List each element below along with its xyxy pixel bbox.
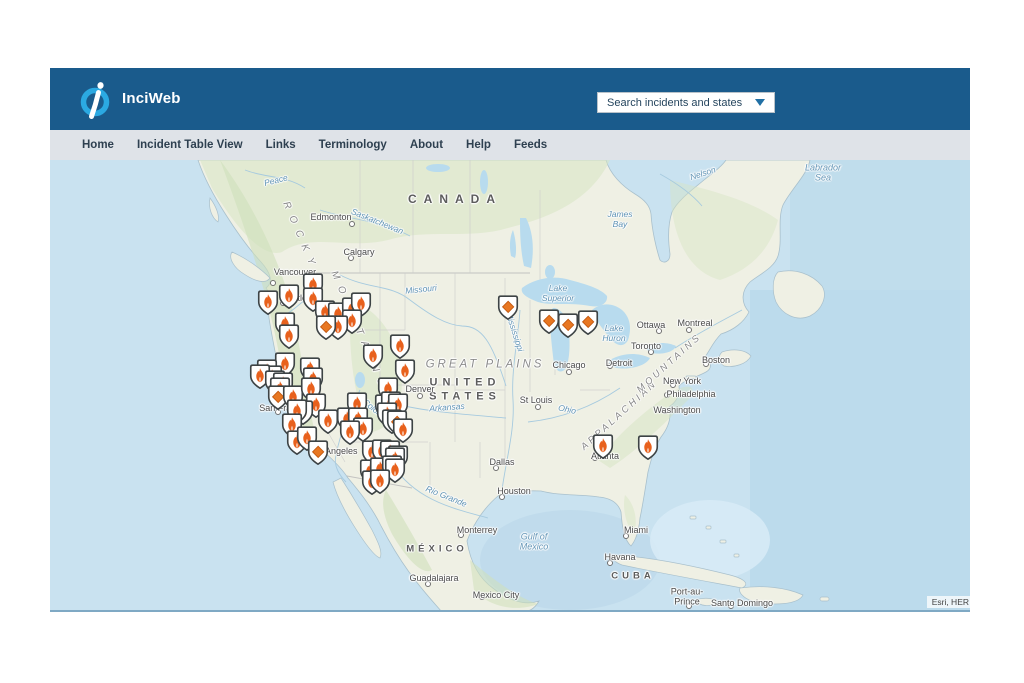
- incident-map[interactable]: CANADAUNITED STATESMÉXICOCUBAGREAT PLAIN…: [50, 160, 970, 612]
- app-header: InciWeb Search incidents and states: [50, 68, 970, 130]
- incident-marker[interactable]: [539, 309, 560, 334]
- map-marker-layer: [50, 160, 970, 612]
- fire-marker[interactable]: [638, 435, 659, 460]
- nav-item-help[interactable]: Help: [466, 139, 491, 151]
- fire-marker[interactable]: [340, 420, 361, 445]
- incident-marker[interactable]: [578, 310, 599, 335]
- nav-item-about[interactable]: About: [410, 139, 443, 151]
- fire-marker[interactable]: [363, 344, 384, 369]
- nav-item-feeds[interactable]: Feeds: [514, 139, 547, 151]
- inciweb-app: InciWeb Search incidents and states Home…: [50, 68, 970, 612]
- map-bottom-edge: [50, 610, 970, 612]
- map-attribution: Esri, HER: [927, 596, 970, 608]
- search-dropdown[interactable]: Search incidents and states: [597, 92, 775, 113]
- fire-marker[interactable]: [279, 324, 300, 349]
- incident-marker[interactable]: [308, 440, 329, 465]
- fire-marker[interactable]: [279, 284, 300, 309]
- incident-marker[interactable]: [558, 313, 579, 338]
- nav-item-links[interactable]: Links: [266, 139, 296, 151]
- incident-marker[interactable]: [316, 315, 337, 340]
- fire-marker[interactable]: [370, 469, 391, 494]
- dropdown-arrow-icon: [755, 99, 765, 106]
- nav-item-incident-table-view[interactable]: Incident Table View: [137, 139, 243, 151]
- nav-item-terminology[interactable]: Terminology: [319, 139, 387, 151]
- fire-marker[interactable]: [318, 409, 339, 434]
- fire-marker[interactable]: [593, 434, 614, 459]
- main-nav: Home Incident Table View Links Terminology A…: [50, 130, 970, 160]
- incident-marker[interactable]: [498, 295, 519, 320]
- brand-title: InciWeb: [122, 90, 181, 107]
- fire-marker[interactable]: [390, 334, 411, 359]
- search-placeholder-text: Search incidents and states: [607, 97, 742, 109]
- inciweb-logo-icon: [78, 79, 116, 121]
- nav-item-home[interactable]: Home: [82, 139, 114, 151]
